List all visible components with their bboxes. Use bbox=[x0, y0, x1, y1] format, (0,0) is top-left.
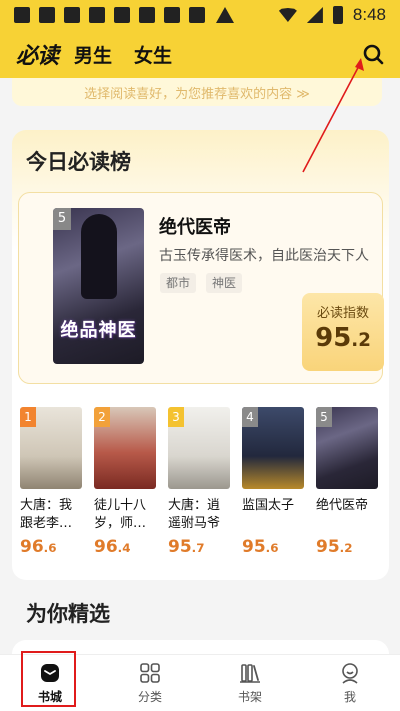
book-title: 大唐：我跟老李… bbox=[20, 498, 73, 531]
featured-book-description: 古玉传承得医术，自此医治天下人 bbox=[159, 248, 369, 264]
signal-icon bbox=[306, 7, 323, 23]
reading-index-badge: 必读指数 95.2 bbox=[302, 293, 384, 371]
book-cover[interactable]: 5 bbox=[316, 407, 378, 489]
index-label: 必读指数 bbox=[316, 306, 369, 321]
book-title: 徒儿十八岁，师… bbox=[94, 498, 147, 531]
tag-urban[interactable]: 都市 bbox=[160, 273, 197, 293]
battery-icon bbox=[332, 6, 343, 24]
rank-badge: 1 bbox=[20, 407, 36, 427]
tab-female[interactable]: 女生 bbox=[134, 41, 172, 68]
annotation-highlight-box bbox=[21, 651, 76, 707]
cover-figure bbox=[81, 214, 117, 299]
ranking-title: 今日必读榜 bbox=[26, 150, 131, 174]
book-item[interactable]: 4 监国太子 95.6 bbox=[242, 407, 304, 557]
warning-icon bbox=[216, 7, 234, 23]
nav-label: 我 bbox=[343, 689, 356, 704]
notification-icon bbox=[164, 7, 180, 23]
notification-icon bbox=[89, 7, 105, 23]
nav-bookshelf[interactable]: 书架 bbox=[200, 655, 300, 711]
nav-label: 分类 bbox=[137, 689, 162, 704]
app-logo: 必读 bbox=[16, 44, 59, 69]
book-score: 95.7 bbox=[168, 537, 205, 557]
notification-icon bbox=[139, 7, 155, 23]
recommended-section-title: 为你精选 bbox=[26, 602, 110, 626]
nav-label: 书架 bbox=[237, 689, 262, 704]
book-title: 大唐：逍遥驸马爷 bbox=[168, 498, 221, 531]
book-score: 95.2 bbox=[316, 537, 353, 557]
index-value: 95.2 bbox=[315, 323, 371, 353]
notification-icon bbox=[114, 7, 130, 23]
book-score: 96.6 bbox=[20, 537, 57, 557]
status-bar: 8:48 bbox=[0, 0, 400, 30]
reading-preference-banner[interactable]: 选择阅读喜好，为您推荐喜欢的内容 ≫ bbox=[12, 78, 382, 106]
cover-art-title: 绝品神医 bbox=[60, 320, 137, 341]
book-cover[interactable]: 4 bbox=[242, 407, 304, 489]
notification-icon bbox=[39, 7, 55, 23]
notification-icon bbox=[189, 7, 205, 23]
rank-badge: 2 bbox=[94, 407, 110, 427]
rank-badge: 3 bbox=[168, 407, 184, 427]
tab-male[interactable]: 男生 bbox=[74, 41, 112, 68]
book-cover[interactable]: 1 bbox=[20, 407, 82, 489]
search-icon[interactable] bbox=[362, 43, 384, 65]
notification-icons bbox=[14, 7, 234, 23]
daily-ranking-card: 今日必读榜 绝品神医 5 绝代医帝 古玉传承得医术，自此医治天下人 都市 神医 … bbox=[12, 130, 389, 580]
book-item[interactable]: 5 绝代医帝 95.2 bbox=[316, 407, 378, 557]
book-title: 绝代医帝 bbox=[316, 498, 369, 513]
book-score: 96.4 bbox=[94, 537, 131, 557]
status-time: 8:48 bbox=[352, 5, 386, 24]
nav-profile[interactable]: 我 bbox=[300, 655, 400, 711]
profile-icon bbox=[342, 662, 358, 684]
book-score: 95.6 bbox=[242, 537, 279, 557]
featured-rank-badge: 5 bbox=[53, 208, 71, 230]
book-item[interactable]: 1 大唐：我跟老李… 96.6 bbox=[20, 407, 82, 557]
book-item[interactable]: 2 徒儿十八岁，师… 96.4 bbox=[94, 407, 156, 557]
notification-icon bbox=[14, 7, 30, 23]
book-cover[interactable]: 3 bbox=[168, 407, 230, 489]
category-icon bbox=[140, 662, 160, 683]
nav-category[interactable]: 分类 bbox=[100, 655, 200, 711]
app-header: 必读 男生 女生 bbox=[0, 30, 400, 78]
bookshelf-icon bbox=[240, 663, 260, 683]
preference-text: 选择阅读喜好，为您推荐喜欢的内容 ≫ bbox=[84, 86, 310, 102]
book-item[interactable]: 3 大唐：逍遥驸马爷 95.7 bbox=[168, 407, 230, 557]
rank-badge: 5 bbox=[316, 407, 332, 427]
tag-doctor[interactable]: 神医 bbox=[206, 273, 243, 293]
book-cover[interactable]: 2 bbox=[94, 407, 156, 489]
notification-icon bbox=[64, 7, 80, 23]
featured-book[interactable]: 绝品神医 5 绝代医帝 古玉传承得医术，自此医治天下人 都市 神医 必读指数 9… bbox=[18, 192, 384, 384]
wifi-icon bbox=[278, 8, 297, 22]
book-title: 监国太子 bbox=[242, 498, 295, 513]
ranking-book-list: 1 大唐：我跟老李… 96.6 2 徒儿十八岁，师… 96.4 3 大唐：逍遥驸… bbox=[20, 407, 385, 567]
rank-badge: 4 bbox=[242, 407, 258, 427]
featured-book-title[interactable]: 绝代医帝 bbox=[159, 213, 231, 239]
featured-book-cover[interactable]: 绝品神医 5 bbox=[53, 208, 144, 364]
